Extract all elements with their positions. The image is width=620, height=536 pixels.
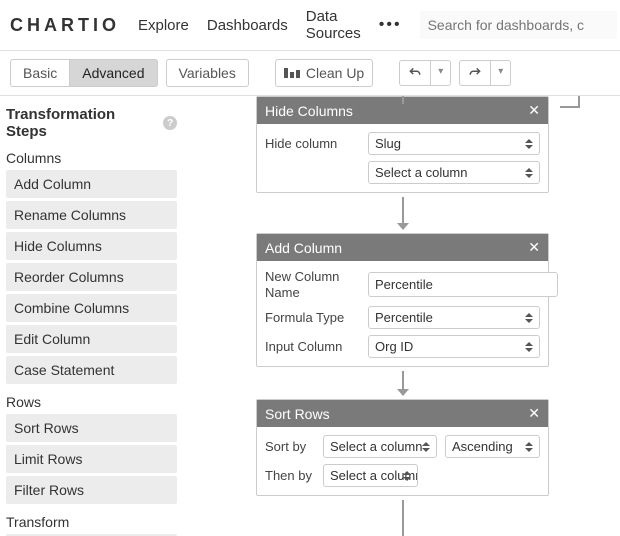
tab-basic[interactable]: Basic [10, 59, 70, 87]
then-by-label: Then by [265, 468, 315, 484]
connector-line [402, 96, 404, 104]
flow-arrow [402, 197, 404, 229]
sort-direction-select[interactable]: Ascending [445, 435, 540, 458]
input-column-label: Input Column [265, 339, 360, 355]
card-sort-rows[interactable]: Sort Rows ✕ Sort by Select a column Asce… [256, 399, 549, 496]
sidebar-item-reorder-columns[interactable]: Reorder Columns [6, 263, 177, 291]
sidebar-title: Transformation Steps ? [6, 106, 177, 140]
card-header-add[interactable]: Add Column ✕ [257, 234, 548, 261]
group-rows: Rows [6, 394, 177, 410]
sidebar-item-add-column[interactable]: Add Column [6, 170, 177, 198]
new-column-name-input[interactable] [368, 272, 558, 297]
toolbar: Basic Advanced Variables Clean Up ▾ ▾ [0, 51, 620, 96]
card-title: Hide Columns [265, 103, 353, 119]
tab-advanced[interactable]: Advanced [70, 59, 157, 87]
pipeline-canvas[interactable]: Hide Columns ✕ Hide column Slug Select a… [185, 96, 620, 536]
sidebar-item-case-statement[interactable]: Case Statement [6, 356, 177, 384]
sidebar: Transformation Steps ? Columns Add Colum… [0, 96, 185, 536]
cleanup-label: Clean Up [306, 65, 364, 81]
redo-caret[interactable]: ▾ [491, 60, 511, 86]
sidebar-item-filter-rows[interactable]: Filter Rows [6, 476, 177, 504]
undo-button[interactable] [399, 60, 431, 86]
card-hide-columns[interactable]: Hide Columns ✕ Hide column Slug Select a… [256, 96, 549, 193]
undo-icon [408, 66, 422, 80]
group-columns: Columns [6, 150, 177, 166]
logo: CHARTIO [10, 15, 120, 36]
flow-arrow [402, 500, 404, 536]
group-transform: Transform [6, 514, 177, 530]
sidebar-item-limit-rows[interactable]: Limit Rows [6, 445, 177, 473]
help-icon[interactable]: ? [163, 116, 177, 130]
undo-group: ▾ [399, 60, 451, 86]
card-add-column[interactable]: Add Column ✕ New Column Name Formula Typ… [256, 233, 549, 367]
card-header-sort[interactable]: Sort Rows ✕ [257, 400, 548, 427]
sidebar-title-text: Transformation Steps [6, 106, 157, 140]
undo-caret[interactable]: ▾ [431, 60, 451, 86]
flow-arrow [402, 371, 404, 395]
hide-column-select-1[interactable]: Slug [368, 132, 540, 155]
redo-group: ▾ [459, 60, 511, 86]
new-column-name-label: New Column Name [265, 269, 360, 300]
variables-button[interactable]: Variables [166, 59, 249, 87]
sidebar-item-sort-rows[interactable]: Sort Rows [6, 414, 177, 442]
mode-tabs: Basic Advanced [10, 59, 158, 87]
input-column-select[interactable]: Org ID [368, 335, 540, 358]
cleanup-icon [284, 68, 300, 78]
redo-button[interactable] [459, 60, 491, 86]
formula-type-label: Formula Type [265, 310, 360, 326]
sort-by-label: Sort by [265, 439, 315, 455]
nav-explore[interactable]: Explore [138, 17, 189, 34]
cleanup-button[interactable]: Clean Up [275, 59, 373, 87]
hide-column-label: Hide column [265, 136, 360, 152]
connector-branch [560, 96, 580, 108]
nav-dashboards[interactable]: Dashboards [207, 17, 288, 34]
more-icon[interactable]: ••• [379, 16, 402, 34]
card-title: Sort Rows [265, 406, 330, 422]
sort-by-column-select[interactable]: Select a column [323, 435, 437, 458]
close-icon[interactable]: ✕ [528, 405, 540, 422]
sidebar-item-hide-columns[interactable]: Hide Columns [6, 232, 177, 260]
sidebar-item-rename-columns[interactable]: Rename Columns [6, 201, 177, 229]
sidebar-item-combine-columns[interactable]: Combine Columns [6, 294, 177, 322]
sidebar-item-edit-column[interactable]: Edit Column [6, 325, 177, 353]
nav-data-sources[interactable]: Data Sources [306, 8, 361, 42]
search-input[interactable] [420, 11, 617, 39]
redo-icon [468, 66, 482, 80]
top-bar: CHARTIO Explore Dashboards Data Sources … [0, 0, 620, 51]
close-icon[interactable]: ✕ [528, 102, 540, 119]
hide-column-select-2[interactable]: Select a column [368, 161, 540, 184]
close-icon[interactable]: ✕ [528, 239, 540, 256]
then-by-column-select[interactable]: Select a column [323, 464, 418, 487]
formula-type-select[interactable]: Percentile [368, 306, 540, 329]
card-title: Add Column [265, 240, 342, 256]
